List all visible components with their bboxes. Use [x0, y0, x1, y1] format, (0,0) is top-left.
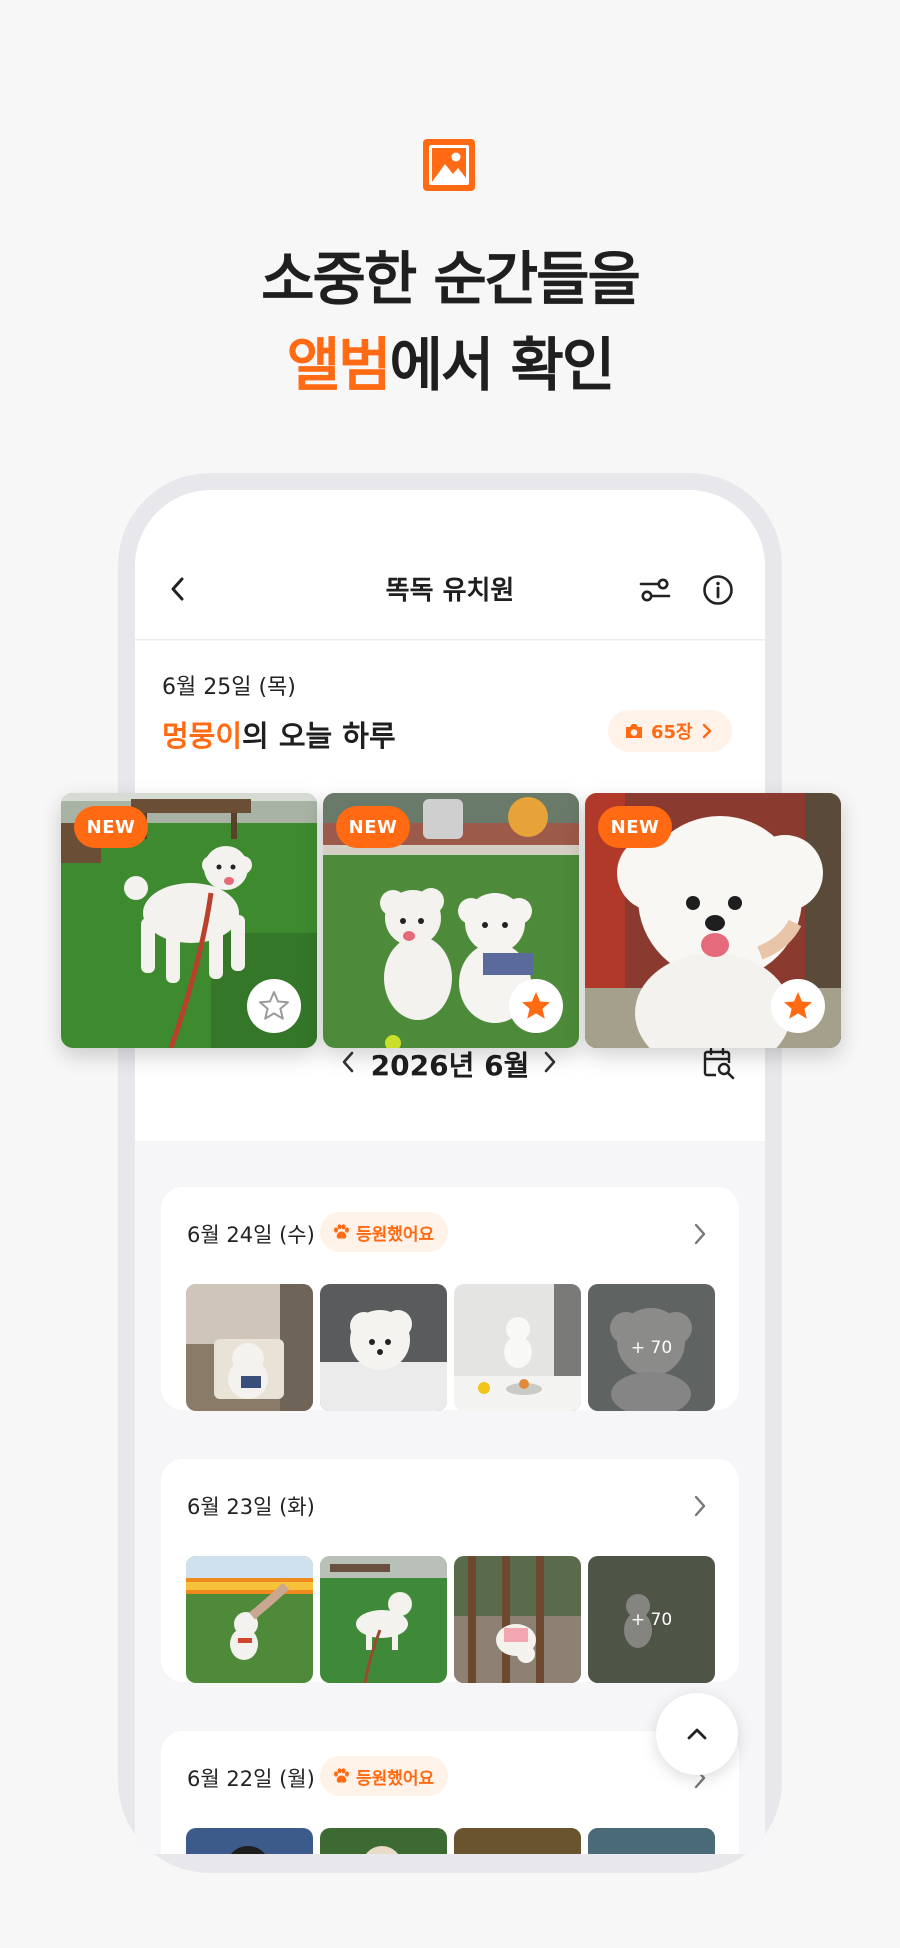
day-card[interactable]: 6월 23일 (화) + 70 — [161, 1459, 739, 1683]
star-filled-icon — [522, 992, 550, 1019]
favorite-button[interactable] — [771, 979, 825, 1033]
hero-headline-line2: 앨범에서 확인 — [0, 318, 900, 402]
attendance-badge-label: 등원했어요 — [356, 1224, 435, 1245]
hero-headline-rest: 에서 확인 — [389, 331, 616, 399]
favorite-button[interactable] — [247, 979, 301, 1033]
today-title-rest: 의 오늘 하루 — [242, 719, 396, 753]
app-header: 똑독 유치원 — [135, 490, 765, 640]
new-badge: NEW — [336, 806, 410, 848]
photo-thumbnail[interactable]: + 70 — [588, 1556, 715, 1683]
pet-name: 멍뭉이 — [162, 719, 243, 753]
photo-thumbnails: + 70 — [186, 1284, 715, 1411]
month-label: 2026년 6월 — [370, 1049, 530, 1082]
day-card[interactable]: 6월 22일 (월) 등원했어요 — [161, 1731, 739, 1854]
more-photos-count: + 70 — [588, 1284, 715, 1411]
image-icon — [423, 139, 475, 191]
featured-photo[interactable]: NEW — [61, 793, 317, 1048]
attendance-badge: 등원했어요 — [320, 1756, 449, 1796]
star-outline-icon — [259, 991, 289, 1020]
attendance-badge: 등원했어요 — [320, 1212, 449, 1252]
info-icon[interactable] — [701, 573, 735, 607]
chevron-right-icon — [702, 723, 711, 739]
photo-count: 65장 — [651, 722, 693, 743]
photo-thumbnail[interactable] — [588, 1828, 715, 1854]
day-date: 6월 23일 (화) — [187, 1495, 315, 1519]
photo-thumbnail[interactable] — [320, 1284, 447, 1411]
more-photos-count: + 70 — [588, 1556, 715, 1683]
today-date: 6월 25일 (목) — [162, 675, 296, 700]
chevron-right-icon[interactable] — [687, 1221, 713, 1247]
photo-thumbnail[interactable] — [186, 1828, 313, 1854]
photo-thumbnail[interactable] — [454, 1556, 581, 1683]
day-date: 6월 22일 (월) — [187, 1767, 315, 1791]
featured-photo[interactable]: NEW — [323, 793, 579, 1048]
chevron-up-icon — [687, 1728, 707, 1740]
photo-thumbnail[interactable] — [186, 1284, 313, 1411]
attendance-badge-label: 등원했어요 — [356, 1768, 435, 1789]
photo-count-button[interactable]: 65장 — [608, 710, 732, 752]
photo-thumbnail[interactable] — [454, 1284, 581, 1411]
featured-photo[interactable]: NEW — [585, 793, 841, 1048]
today-title: 멍뭉이의 오늘 하루 — [162, 713, 396, 755]
day-card[interactable]: 6월 24일 (수) 등원했어요 + 70 — [161, 1187, 739, 1411]
day-date: 6월 24일 (수) — [187, 1223, 315, 1247]
new-badge: NEW — [598, 806, 672, 848]
scroll-to-top-button[interactable] — [656, 1693, 738, 1775]
chevron-right-icon[interactable] — [687, 1493, 713, 1519]
photo-thumbnail[interactable]: + 70 — [588, 1284, 715, 1411]
chevron-right-icon[interactable] — [535, 1048, 563, 1076]
paw-icon — [334, 1768, 349, 1783]
filter-icon[interactable] — [638, 573, 672, 607]
photo-thumbnail[interactable] — [320, 1828, 447, 1854]
paw-icon — [334, 1224, 349, 1239]
photo-thumbnail[interactable] — [186, 1556, 313, 1683]
phone-screen: 똑독 유치원 6월 25일 (목) 멍뭉이의 오늘 하루 65장 2026년 6… — [135, 490, 765, 1854]
photo-thumbnails: + 70 — [186, 1556, 715, 1683]
photo-thumbnail[interactable] — [320, 1556, 447, 1683]
photo-thumbnail[interactable] — [454, 1828, 581, 1854]
hero-headline-accent: 앨범 — [286, 331, 392, 399]
hero-headline-line1: 소중한 순간들을 — [261, 245, 641, 313]
new-badge: NEW — [74, 806, 148, 848]
favorite-button[interactable] — [509, 979, 563, 1033]
camera-icon — [626, 724, 642, 738]
star-filled-icon — [784, 992, 812, 1019]
photo-thumbnails — [186, 1828, 715, 1854]
calendar-search-icon[interactable] — [702, 1046, 736, 1080]
